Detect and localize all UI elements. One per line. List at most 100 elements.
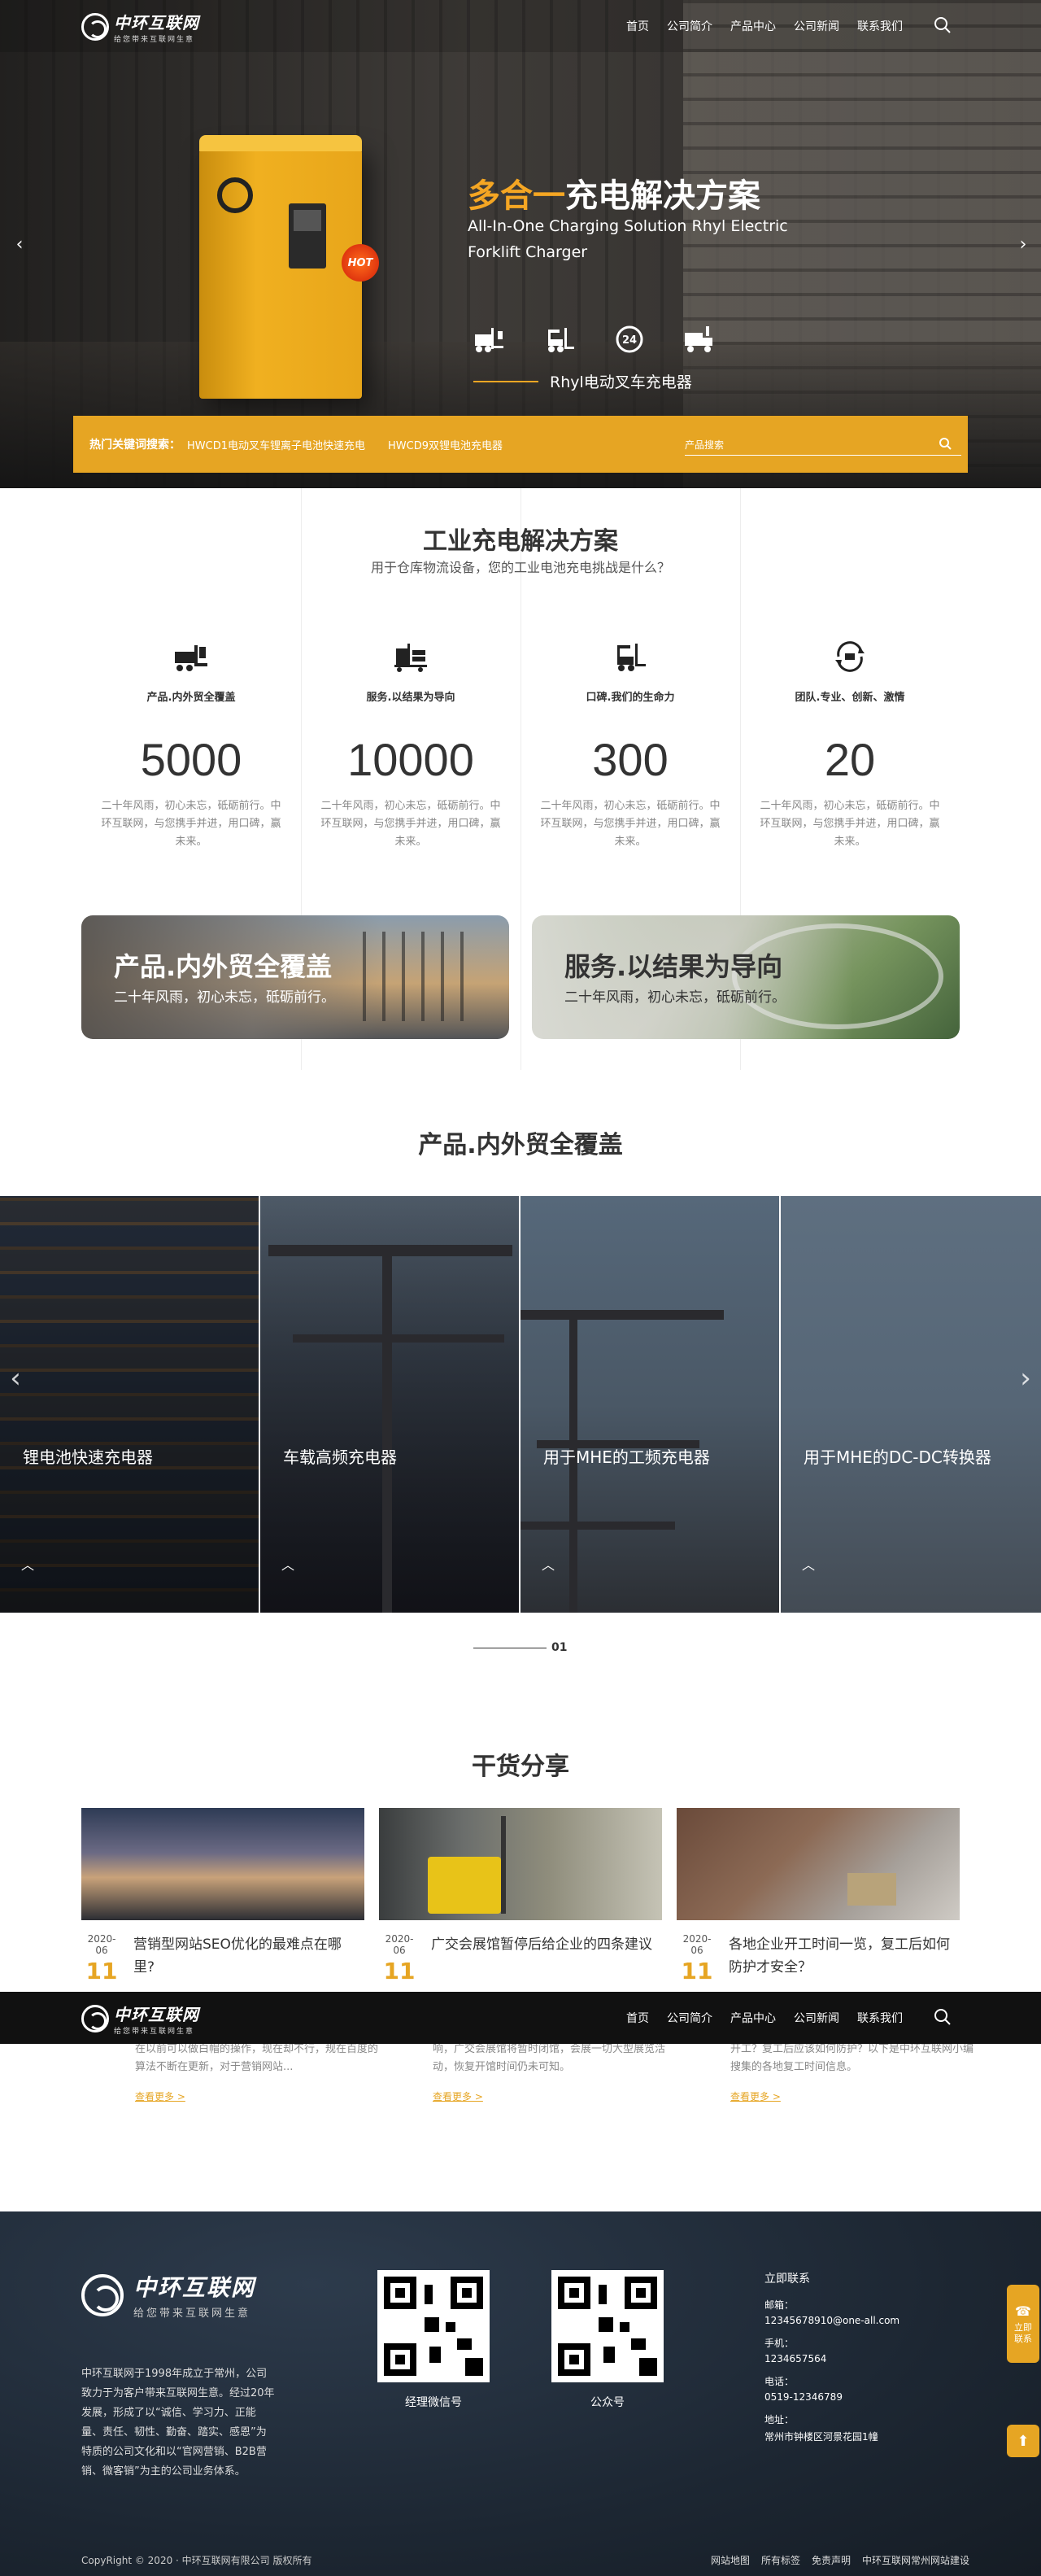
products-prev-arrow[interactable]: ‹ xyxy=(3,1360,28,1396)
news-year-month: 2020-06 xyxy=(385,1933,414,1956)
promo-card[interactable]: 产品.内外贸全覆盖 二十年风雨，初心未忘，砥砺前行。 xyxy=(81,915,509,1039)
back-to-top-button[interactable]: ⬆ xyxy=(1007,2425,1039,2457)
carousel-pager: 01 xyxy=(473,1641,567,1654)
news-date: 2020-06 11 xyxy=(81,1933,122,1984)
hot-keywords-label: 热门关键词搜索： xyxy=(89,439,181,452)
nav-item-contact[interactable]: 联系我们 xyxy=(857,2010,903,2026)
news-more-link[interactable]: 查看更多 > xyxy=(730,2089,781,2103)
solutions-subtitle: 用于仓库物流设备，您的工业电池充电挑战是什么？ xyxy=(370,560,670,575)
site-footer: 中环互联网 给您带来互联网生意 中环互联网于1998年成立于常州，公司致力于为客… xyxy=(0,2211,1041,2576)
promo-desc: 二十年风雨，初心未忘，砥砺前行。 xyxy=(564,989,786,1006)
site-logo[interactable]: 中环互联网 给您带来互联网生意 xyxy=(81,2002,199,2036)
news-card[interactable]: 2020-06 11 营销型网站SEO优化的最难点在哪里? xyxy=(81,1808,364,1984)
nav-item-home[interactable]: 首页 xyxy=(626,18,649,34)
footer-link[interactable]: 免责声明 xyxy=(812,2553,851,2567)
promo-title: 服务.以结果为导向 xyxy=(564,951,783,982)
logo-name: 中环互联网 xyxy=(114,13,199,33)
products-next-arrow[interactable]: › xyxy=(1013,1360,1038,1396)
forklift-icon xyxy=(542,321,577,357)
nav-item-products[interactable]: 产品中心 xyxy=(730,18,776,34)
sticky-header: 中环互联网 给您带来互联网生意 首页 公司简介 产品中心 公司新闻 联系我们 xyxy=(0,1992,1041,2044)
hero-caption-text: Rhyl电动叉车充电器 xyxy=(550,373,692,391)
promo-card[interactable]: 服务.以结果为导向 二十年风雨，初心未忘，砥砺前行。 xyxy=(532,915,960,1039)
24h-icon: 24 xyxy=(612,321,647,357)
news-day: 11 xyxy=(681,1958,713,1984)
qr-label: 公众号 xyxy=(590,2396,625,2409)
product-label: 用于MHE的DC-DC转换器 xyxy=(804,1447,991,1467)
nav-item-about[interactable]: 公司简介 xyxy=(667,18,712,34)
stat-title: 口碑.我们的生命力 xyxy=(586,692,675,704)
city-port-image xyxy=(81,1808,364,1920)
product-card[interactable]: 用于MHE的DC-DC转换器 ︿ xyxy=(781,1196,1041,1613)
stat-block: 团队.专业、创新、激情 20 二十年风雨，初心未忘，砥砺前行。中环互联网，与您携… xyxy=(740,635,960,851)
news-more-link[interactable]: 查看更多 > xyxy=(135,2089,185,2103)
chat-icon: ☎ xyxy=(1015,2303,1031,2319)
chevron-up-icon[interactable]: ︿ xyxy=(542,1554,558,1573)
nav-item-about[interactable]: 公司简介 xyxy=(667,2010,712,2026)
logo-swirl-icon xyxy=(81,13,109,41)
hot-keyword-link[interactable]: HWCD9双锂电池充电器 xyxy=(388,437,503,452)
pager-number: 01 xyxy=(551,1641,568,1654)
news-more-link[interactable]: 查看更多 > xyxy=(433,2089,483,2103)
chevron-up-icon[interactable]: ︿ xyxy=(281,1554,298,1573)
logo-swirl-icon xyxy=(81,2005,109,2032)
footer-link[interactable]: 中环互联网常州网站建设 xyxy=(862,2553,969,2567)
hero-title-accent: 多合一 xyxy=(468,177,565,215)
search-icon[interactable] xyxy=(939,437,953,452)
stat-title: 产品.内外贸全覆盖 xyxy=(146,692,236,704)
hero-next-arrow[interactable]: › xyxy=(1012,233,1034,255)
site-logo[interactable]: 中环互联网 给您带来互联网生意 xyxy=(81,10,199,44)
news-title[interactable]: 营销型网站SEO优化的最难点在哪里? xyxy=(133,1933,361,1984)
qr-code-icon xyxy=(377,2270,490,2382)
footer-logo[interactable]: 中环互联网 给您带来互联网生意 xyxy=(81,2270,255,2320)
logo-swirl-icon xyxy=(81,2273,124,2316)
footer-link[interactable]: 所有标签 xyxy=(761,2553,800,2567)
hot-keyword-link[interactable]: HWCD1电动叉车锂离子电池快速充电 xyxy=(187,437,365,452)
footer-logo-slogan: 给您带来互联网生意 xyxy=(133,2307,251,2320)
product-card[interactable]: 用于MHE的工频充电器 ︿ xyxy=(520,1196,781,1613)
warehouse-worker-image xyxy=(677,1808,960,1920)
footer-about: 中环互联网于1998年成立于常州，公司致力于为客户带来互联网生意。经过20年发展… xyxy=(81,2368,275,2478)
nav-item-products[interactable]: 产品中心 xyxy=(730,2010,776,2026)
news-date: 2020-06 11 xyxy=(677,1933,717,1984)
contact-label: 电话： xyxy=(764,2376,795,2387)
chevron-up-icon[interactable]: ︿ xyxy=(21,1554,37,1573)
news-card[interactable]: 2020-06 11 广交会展馆暂停后给企业的四条建议 xyxy=(379,1808,662,1984)
nav-item-news[interactable]: 公司新闻 xyxy=(794,18,839,34)
qr-block: 公众号 xyxy=(551,2270,664,2410)
news-card[interactable]: 2020-06 11 各地企业开工时间一览，复工后如何防护才安全？ xyxy=(677,1808,960,1984)
port-crane-image xyxy=(346,932,468,1021)
hero-feature-icons: 24 xyxy=(472,321,751,357)
hero-banner: HOT 多合一充电解决方案 All-In-One Charging Soluti… xyxy=(0,0,1041,488)
search-icon[interactable] xyxy=(934,16,952,34)
side-contact-label: 立即联系 xyxy=(1014,2321,1032,2344)
truck-icon xyxy=(682,321,717,357)
forklift-worker-image xyxy=(379,1808,662,1920)
product-label: 锂电池快速充电器 xyxy=(23,1447,153,1467)
chevron-up-icon[interactable]: ︿ xyxy=(802,1554,818,1573)
product-search-input[interactable] xyxy=(685,439,929,451)
contact-email[interactable]: 12345678910@one-all.com xyxy=(764,2315,976,2326)
nav-item-home[interactable]: 首页 xyxy=(626,2010,649,2026)
nav-item-contact[interactable]: 联系我们 xyxy=(857,18,903,34)
arrow-up-icon: ⬆ xyxy=(1017,2432,1030,2450)
product-card[interactable]: 锂电池快速充电器 ︿ xyxy=(0,1196,260,1613)
news-title: 干货分享 xyxy=(472,1753,569,1781)
footer-link[interactable]: 网站地图 xyxy=(711,2553,750,2567)
hero-prev-arrow[interactable]: ‹ xyxy=(8,233,31,255)
hot-badge: HOT xyxy=(342,244,379,282)
stat-block: 服务.以结果为导向 10000 二十年风雨，初心未忘，砥砺前行。中环互联网，与您… xyxy=(301,635,520,851)
news-title[interactable]: 广交会展馆暂停后给企业的四条建议 xyxy=(431,1933,659,1984)
logo-slogan: 给您带来互联网生意 xyxy=(114,2028,195,2036)
news-title[interactable]: 各地企业开工时间一览，复工后如何防护才安全？ xyxy=(729,1933,956,1984)
logo-slogan: 给您带来互联网生意 xyxy=(114,36,195,44)
stat-number: 20 xyxy=(824,734,876,785)
product-card[interactable]: 车载高频充电器 ︿ xyxy=(260,1196,520,1613)
nav-item-news[interactable]: 公司新闻 xyxy=(794,2010,839,2026)
product-label: 用于MHE的工频充电器 xyxy=(543,1447,710,1467)
product-carousel: 锂电池快速充电器 ︿ 车载高频充电器 ︿ 用于MHE的工频充电器 ︿ 用于MHE… xyxy=(0,1196,1041,1613)
side-contact-button[interactable]: ☎ 立即联系 xyxy=(1007,2285,1039,2363)
search-icon[interactable] xyxy=(934,2008,952,2026)
qr-code-icon xyxy=(551,2270,664,2382)
product-label: 车载高频充电器 xyxy=(283,1447,397,1467)
